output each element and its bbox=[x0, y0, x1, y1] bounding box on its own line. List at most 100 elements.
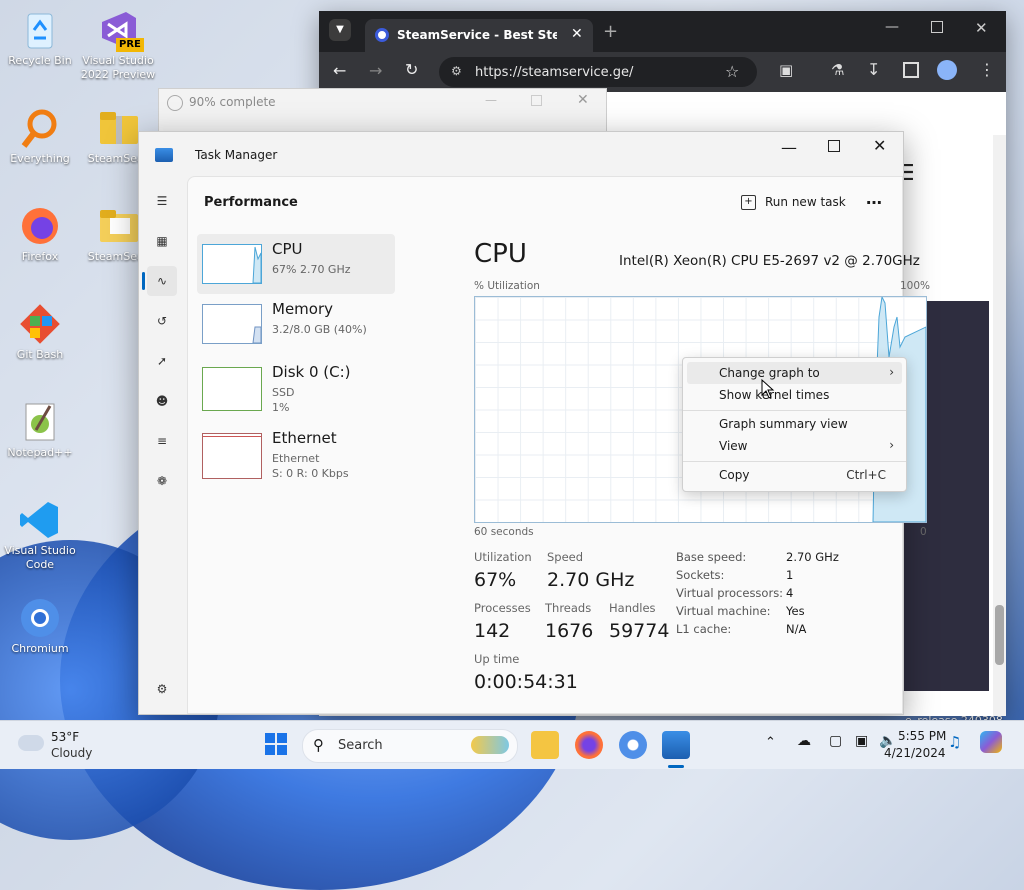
sidebar-item-detail: 67% 2.70 GHz bbox=[272, 263, 351, 276]
desktop-icon-git-bash[interactable]: Git Bash bbox=[0, 302, 80, 362]
display-icon[interactable]: ▢ bbox=[829, 733, 842, 749]
cloud-icon bbox=[18, 735, 44, 751]
app-history-icon[interactable]: ↺ bbox=[147, 306, 177, 336]
labs-icon[interactable]: ⚗ bbox=[831, 61, 844, 79]
sidebar-item-cpu[interactable]: CPU 67% 2.70 GHz bbox=[197, 234, 395, 294]
profile-avatar[interactable] bbox=[937, 60, 957, 80]
utilization-axis-label: % Utilization bbox=[474, 280, 540, 292]
uptime-label: Up time bbox=[474, 652, 520, 666]
everything-search-icon bbox=[18, 106, 62, 150]
taskbar-search-box[interactable]: ⚲ Search bbox=[302, 729, 518, 763]
chevron-up-icon[interactable]: ⌃ bbox=[765, 735, 776, 750]
services-icon[interactable]: ❁ bbox=[147, 466, 177, 496]
tab-search-button[interactable]: ▼ bbox=[329, 19, 351, 41]
menu-item-graph-summary-view[interactable]: Graph summary view bbox=[719, 417, 848, 431]
new-tab-button[interactable]: + bbox=[603, 21, 618, 42]
recycle-bin-icon bbox=[18, 8, 62, 52]
back-icon[interactable]: ← bbox=[333, 61, 346, 80]
detail-key: Sockets: bbox=[676, 568, 725, 582]
address-bar[interactable]: ⚙ https://steamservice.ge/ ☆ bbox=[439, 57, 757, 87]
sidebar-item-title: Disk 0 (C:) bbox=[272, 363, 351, 381]
details-icon[interactable]: ≡ bbox=[147, 426, 177, 456]
desktop-icon-label: Git Bash bbox=[16, 348, 64, 361]
clock-date[interactable]: 4/21/2024 bbox=[884, 746, 946, 760]
copilot-icon[interactable] bbox=[980, 731, 1002, 753]
users-icon[interactable]: ☻ bbox=[147, 386, 177, 416]
minimize-icon[interactable]: — bbox=[781, 138, 797, 157]
ethernet-icon[interactable]: ▣ bbox=[855, 733, 868, 749]
maximize-icon[interactable] bbox=[828, 140, 840, 152]
windows-logo-icon bbox=[265, 733, 275, 743]
utilization-value: 67% bbox=[474, 569, 517, 591]
pre-badge: PRE bbox=[116, 38, 144, 52]
desktop-icon-label: Visual Studio 2022 Preview bbox=[80, 54, 156, 81]
page-scrollbar[interactable] bbox=[993, 135, 1006, 716]
desktop-icon-everything[interactable]: Everything bbox=[0, 106, 80, 166]
taskbar: 53°F Cloudy ⚲ Search ⌃ ☁ ▢ ▣ 🔈 5:55 PM 4… bbox=[0, 720, 1024, 769]
desktop-icon-vscode[interactable]: Visual Studio Code bbox=[0, 498, 80, 572]
search-icon: ⚲ bbox=[313, 736, 324, 754]
notification-bell-icon[interactable]: ♫ bbox=[948, 733, 961, 751]
tab-close-icon[interactable]: ✕ bbox=[571, 26, 583, 42]
forward-icon[interactable]: → bbox=[369, 61, 382, 80]
network-offline-icon[interactable]: ☁ bbox=[797, 733, 811, 749]
menu-item-copy[interactable]: Copy bbox=[719, 468, 749, 482]
desktop-icon-firefox[interactable]: Firefox bbox=[0, 204, 80, 264]
detail-value: 4 bbox=[786, 586, 794, 600]
search-highlight-icon bbox=[471, 736, 509, 754]
weather-widget[interactable]: 53°F Cloudy bbox=[14, 729, 104, 763]
file-explorer-icon[interactable] bbox=[531, 731, 559, 759]
detail-key: Virtual processors: bbox=[676, 586, 784, 600]
scrollbar-thumb[interactable] bbox=[995, 605, 1004, 665]
site-info-icon[interactable]: ⚙ bbox=[451, 64, 462, 78]
sidebar-item-ethernet[interactable]: Ethernet Ethernet S: 0 R: 0 Kbps bbox=[197, 423, 395, 487]
start-button[interactable] bbox=[265, 733, 287, 755]
sidebar-item-detail: SSD bbox=[272, 386, 295, 399]
desktop-icon-notepadpp[interactable]: Notepad++ bbox=[0, 400, 80, 460]
menu-kebab-icon[interactable]: ⋮ bbox=[979, 60, 995, 79]
maximize-icon[interactable] bbox=[931, 21, 943, 33]
clock-time[interactable]: 5:55 PM bbox=[898, 729, 946, 743]
site-favicon-icon bbox=[375, 28, 389, 42]
extensions-icon[interactable]: ▣ bbox=[779, 61, 793, 79]
desktop-icon-label: Everything bbox=[10, 152, 70, 165]
browser-tab[interactable]: SteamService - Best Steam Exp ✕ bbox=[365, 19, 593, 52]
side-panel-icon[interactable] bbox=[903, 62, 919, 78]
more-options-button[interactable]: … bbox=[866, 189, 882, 208]
settings-gear-icon[interactable]: ⚙ bbox=[147, 674, 177, 704]
desktop-icon-label: Notepad++ bbox=[7, 446, 73, 459]
windows-logo-icon bbox=[265, 745, 275, 755]
menu-item-view[interactable]: View bbox=[719, 439, 747, 453]
task-manager-taskbar-icon[interactable] bbox=[662, 731, 690, 759]
detail-value: 2.70 GHz bbox=[786, 550, 839, 564]
sidebar-item-memory[interactable]: Memory 3.2/8.0 GB (40%) bbox=[197, 294, 395, 354]
time-axis-label: 60 seconds bbox=[474, 526, 534, 538]
chromium-icon[interactable] bbox=[619, 731, 647, 759]
download-icon[interactable]: ↧ bbox=[867, 60, 880, 79]
desktop-icon-label: Firefox bbox=[21, 250, 59, 263]
tab-title: SteamService - Best Steam Exp bbox=[397, 28, 557, 42]
chevron-right-icon: › bbox=[889, 438, 894, 452]
desktop-icon-chromium[interactable]: Chromium bbox=[0, 596, 80, 656]
speed-label: Speed bbox=[547, 550, 584, 564]
processes-icon[interactable]: ▦ bbox=[147, 226, 177, 256]
close-icon[interactable]: ✕ bbox=[975, 19, 988, 37]
hamburger-menu-icon[interactable]: ☰ bbox=[147, 186, 177, 216]
close-icon[interactable]: ✕ bbox=[873, 136, 886, 155]
firefox-icon[interactable] bbox=[575, 731, 603, 759]
maximize-icon[interactable] bbox=[531, 95, 542, 106]
minimize-icon[interactable]: — bbox=[885, 19, 899, 35]
startup-apps-icon[interactable]: ➚ bbox=[147, 346, 177, 376]
minimize-icon[interactable]: — bbox=[485, 93, 497, 107]
visual-studio-icon: PRE bbox=[96, 8, 144, 52]
close-icon[interactable]: ✕ bbox=[577, 92, 589, 108]
max-axis-label: 100% bbox=[900, 280, 931, 292]
desktop-icon-visual-studio[interactable]: PRE Visual Studio 2022 Preview bbox=[78, 8, 158, 82]
desktop-icon-recycle-bin[interactable]: Recycle Bin bbox=[0, 8, 80, 68]
page-header-area bbox=[901, 93, 1006, 303]
sidebar-item-disk[interactable]: Disk 0 (C:) SSD 1% bbox=[197, 357, 395, 421]
bookmark-star-icon[interactable]: ☆ bbox=[725, 62, 739, 81]
reload-icon[interactable]: ↻ bbox=[405, 60, 418, 79]
performance-icon[interactable]: ∿ bbox=[147, 266, 177, 296]
git-bash-icon bbox=[18, 302, 62, 346]
